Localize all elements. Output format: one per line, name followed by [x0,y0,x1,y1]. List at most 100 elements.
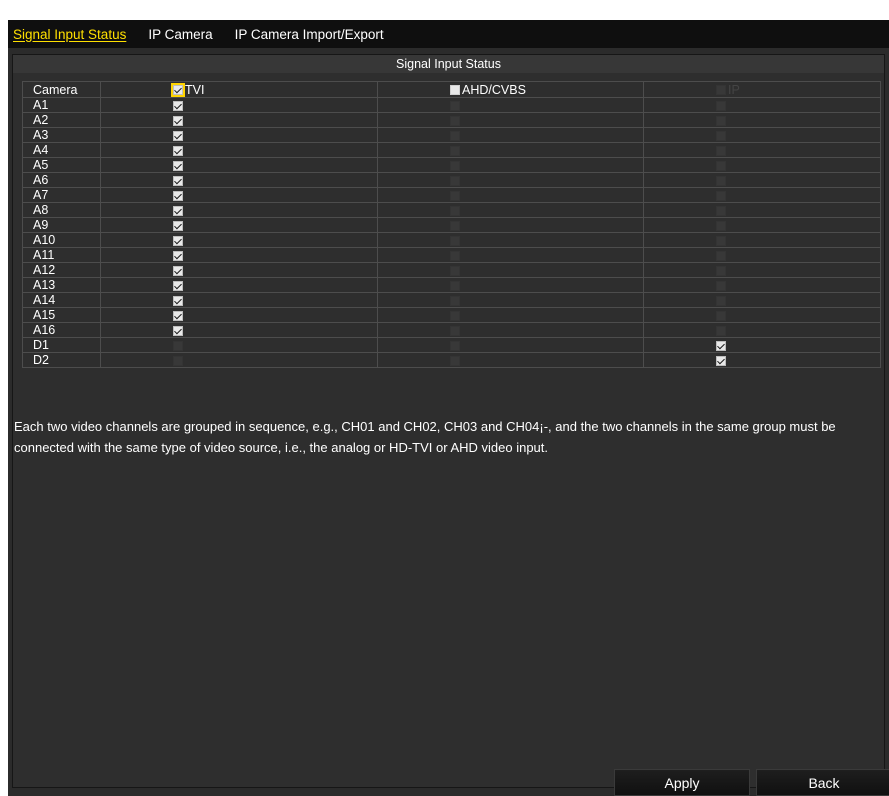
ahd-cell [377,307,644,323]
camera-name-cell: A10 [22,232,101,248]
column-header-camera: Camera [22,81,101,98]
ahd-cell [377,127,644,143]
ahd-select-all-checkbox[interactable] [450,84,460,95]
camera-name-cell: A3 [22,127,101,143]
ahd-cell [377,217,644,233]
tvi-cell [100,157,378,173]
table-row: A16 [22,322,881,338]
ahd-checkbox[interactable] [450,265,460,276]
panel-title: Signal Input Status [13,55,884,73]
ahd-checkbox[interactable] [450,325,460,336]
tvi-cell [100,307,378,323]
tvi-header-label: TVI [185,82,205,97]
table-row: A1 [22,97,881,113]
ahd-checkbox[interactable] [450,295,460,306]
ip-cell [643,262,881,278]
ip-checkbox[interactable] [716,295,726,306]
table-row: A2 [22,112,881,128]
ip-checkbox[interactable] [716,145,726,156]
ahd-checkbox[interactable] [450,175,460,186]
tvi-checkbox[interactable] [173,100,183,111]
tab-signal-input-status[interactable]: Signal Input Status [13,27,126,42]
camera-name-cell: A6 [22,172,101,188]
ip-cell [643,157,881,173]
ip-checkbox[interactable] [716,250,726,261]
ip-checkbox[interactable] [716,325,726,336]
ip-checkbox[interactable] [716,205,726,216]
apply-button[interactable]: Apply [614,769,750,796]
ahd-checkbox[interactable] [450,160,460,171]
tvi-checkbox[interactable] [173,160,183,171]
tvi-select-all-checkbox[interactable] [171,82,185,97]
ip-checkbox[interactable] [716,175,726,186]
ip-checkbox[interactable] [716,310,726,321]
ip-cell [643,292,881,308]
ahd-cell [377,322,644,338]
tvi-checkbox[interactable] [173,205,183,216]
ip-select-all-checkbox[interactable] [716,84,726,95]
ahd-checkbox[interactable] [450,310,460,321]
ip-checkbox[interactable] [716,340,726,351]
ahd-checkbox[interactable] [450,130,460,141]
tvi-cell [100,352,378,368]
table-row: A3 [22,127,881,143]
ahd-checkbox[interactable] [450,220,460,231]
tvi-checkbox[interactable] [173,265,183,276]
tvi-checkbox[interactable] [173,355,183,366]
tvi-cell [100,277,378,293]
ip-cell [643,142,881,158]
camera-name-cell: A2 [22,112,101,128]
ip-checkbox[interactable] [716,115,726,126]
ip-checkbox[interactable] [716,265,726,276]
table-row: A11 [22,247,881,263]
column-header-ip: IP [643,81,881,98]
ahd-checkbox[interactable] [450,100,460,111]
tvi-checkbox[interactable] [173,295,183,306]
camera-name-cell: A16 [22,322,101,338]
camera-name-cell: A7 [22,187,101,203]
tab-ip-camera-import-export[interactable]: IP Camera Import/Export [235,27,384,42]
tvi-checkbox[interactable] [173,115,183,126]
back-button[interactable]: Back [756,769,889,796]
tvi-checkbox[interactable] [173,235,183,246]
ahd-checkbox[interactable] [450,190,460,201]
ahd-checkbox[interactable] [450,340,460,351]
ahd-checkbox[interactable] [450,145,460,156]
tvi-checkbox[interactable] [173,130,183,141]
ahd-cell [377,202,644,218]
ahd-checkbox[interactable] [450,235,460,246]
ip-cell [643,187,881,203]
ahd-header-label: AHD/CVBS [462,82,526,97]
tvi-checkbox[interactable] [173,190,183,201]
tvi-cell [100,187,378,203]
ip-checkbox[interactable] [716,160,726,171]
table-row: D1 [22,337,881,353]
tvi-checkbox[interactable] [173,340,183,351]
tab-ip-camera[interactable]: IP Camera [148,27,212,42]
ahd-cell [377,247,644,263]
tvi-checkbox[interactable] [173,220,183,231]
ip-checkbox[interactable] [716,355,726,366]
ahd-checkbox[interactable] [450,115,460,126]
ip-checkbox[interactable] [716,100,726,111]
ip-checkbox[interactable] [716,190,726,201]
tvi-checkbox[interactable] [173,325,183,336]
tvi-cell [100,262,378,278]
ip-checkbox[interactable] [716,220,726,231]
ahd-checkbox[interactable] [450,250,460,261]
camera-name-cell: A11 [22,247,101,263]
ip-checkbox[interactable] [716,235,726,246]
ip-checkbox[interactable] [716,280,726,291]
tvi-checkbox[interactable] [173,175,183,186]
table-row: A15 [22,307,881,323]
ahd-checkbox[interactable] [450,205,460,216]
tvi-checkbox[interactable] [173,250,183,261]
ip-checkbox[interactable] [716,130,726,141]
camera-name-cell: D1 [22,337,101,353]
ahd-checkbox[interactable] [450,355,460,366]
ahd-cell [377,142,644,158]
ahd-checkbox[interactable] [450,280,460,291]
tvi-checkbox[interactable] [173,280,183,291]
tvi-checkbox[interactable] [173,145,183,156]
tvi-checkbox[interactable] [173,310,183,321]
